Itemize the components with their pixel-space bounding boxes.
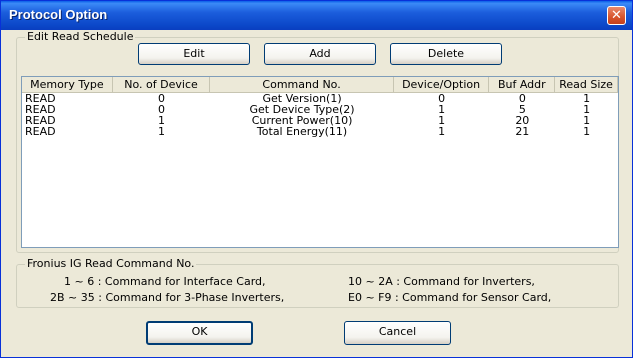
column-header-device-option[interactable]: Device/Option bbox=[393, 77, 490, 93]
table-row[interactable]: READ 0 Get Version(1) 0 0 1 bbox=[22, 93, 618, 104]
cell-memory-type: READ bbox=[25, 104, 56, 115]
cell-no-of-device: 1 bbox=[158, 126, 166, 137]
delete-button[interactable]: Delete bbox=[390, 43, 502, 65]
cell-buf-addr: 20 bbox=[515, 115, 530, 126]
column-header-command-no[interactable]: Command No. bbox=[210, 77, 394, 93]
command-info-line: E0 ~ F9 : Command for Sensor Card, bbox=[348, 291, 552, 304]
cell-buf-addr: 5 bbox=[518, 104, 526, 115]
cell-memory-type: READ bbox=[25, 115, 56, 126]
read-schedule-list[interactable]: Memory Type No. of Device Command No. De… bbox=[21, 76, 619, 248]
table-row[interactable]: READ 1 Current Power(10) 1 20 1 bbox=[22, 115, 618, 126]
cell-no-of-device: 0 bbox=[158, 104, 166, 115]
edit-read-schedule-label: Edit Read Schedule bbox=[25, 30, 136, 43]
cell-no-of-device: 1 bbox=[158, 115, 166, 126]
cell-read-size: 1 bbox=[583, 93, 591, 104]
cell-memory-type: READ bbox=[25, 93, 56, 104]
edit-button[interactable]: Edit bbox=[138, 43, 250, 65]
add-button[interactable]: Add bbox=[264, 43, 376, 65]
command-info-line: 10 ~ 2A : Command for Inverters, bbox=[348, 275, 535, 288]
title-bar[interactable]: Protocol Option ✕ bbox=[1, 1, 632, 30]
list-header: Memory Type No. of Device Command No. De… bbox=[22, 77, 618, 93]
column-header-read-size[interactable]: Read Size bbox=[555, 77, 618, 93]
close-button[interactable]: ✕ bbox=[607, 6, 626, 25]
cell-buf-addr: 0 bbox=[518, 93, 526, 104]
cell-read-size: 1 bbox=[583, 104, 591, 115]
cell-read-size: 1 bbox=[583, 126, 591, 137]
table-row[interactable]: READ 1 Total Energy(11) 1 21 1 bbox=[22, 126, 618, 137]
cell-command-no: Get Device Type(2) bbox=[249, 104, 355, 115]
window-title: Protocol Option bbox=[9, 7, 108, 22]
command-info-line: 1 ~ 6 : Command for Interface Card, bbox=[64, 275, 266, 288]
table-row[interactable]: READ 0 Get Device Type(2) 1 5 1 bbox=[22, 104, 618, 115]
cell-device-option: 1 bbox=[438, 126, 446, 137]
ok-button[interactable]: OK bbox=[146, 321, 253, 345]
close-icon: ✕ bbox=[611, 8, 622, 23]
cell-device-option: 0 bbox=[438, 93, 446, 104]
command-info-line: 2B ~ 35 : Command for 3-Phase Inverters, bbox=[50, 291, 285, 304]
column-header-buf-addr[interactable]: Buf Addr bbox=[489, 77, 556, 93]
protocol-option-dialog: Protocol Option ✕ Edit Read Schedule Edi… bbox=[0, 0, 633, 358]
command-info-label: Fronius IG Read Command No. bbox=[25, 257, 197, 270]
cell-read-size: 1 bbox=[583, 115, 591, 126]
column-header-memory-type[interactable]: Memory Type bbox=[22, 77, 113, 93]
cell-buf-addr: 21 bbox=[515, 126, 530, 137]
cancel-button[interactable]: Cancel bbox=[344, 321, 451, 345]
cell-no-of-device: 0 bbox=[158, 93, 166, 104]
cell-memory-type: READ bbox=[25, 126, 56, 137]
column-header-no-of-device[interactable]: No. of Device bbox=[112, 77, 211, 93]
cell-command-no: Get Version(1) bbox=[262, 93, 342, 104]
cell-device-option: 1 bbox=[438, 115, 446, 126]
cell-device-option: 1 bbox=[438, 104, 446, 115]
cell-command-no: Total Energy(11) bbox=[256, 126, 348, 137]
cell-command-no: Current Power(10) bbox=[251, 115, 353, 126]
